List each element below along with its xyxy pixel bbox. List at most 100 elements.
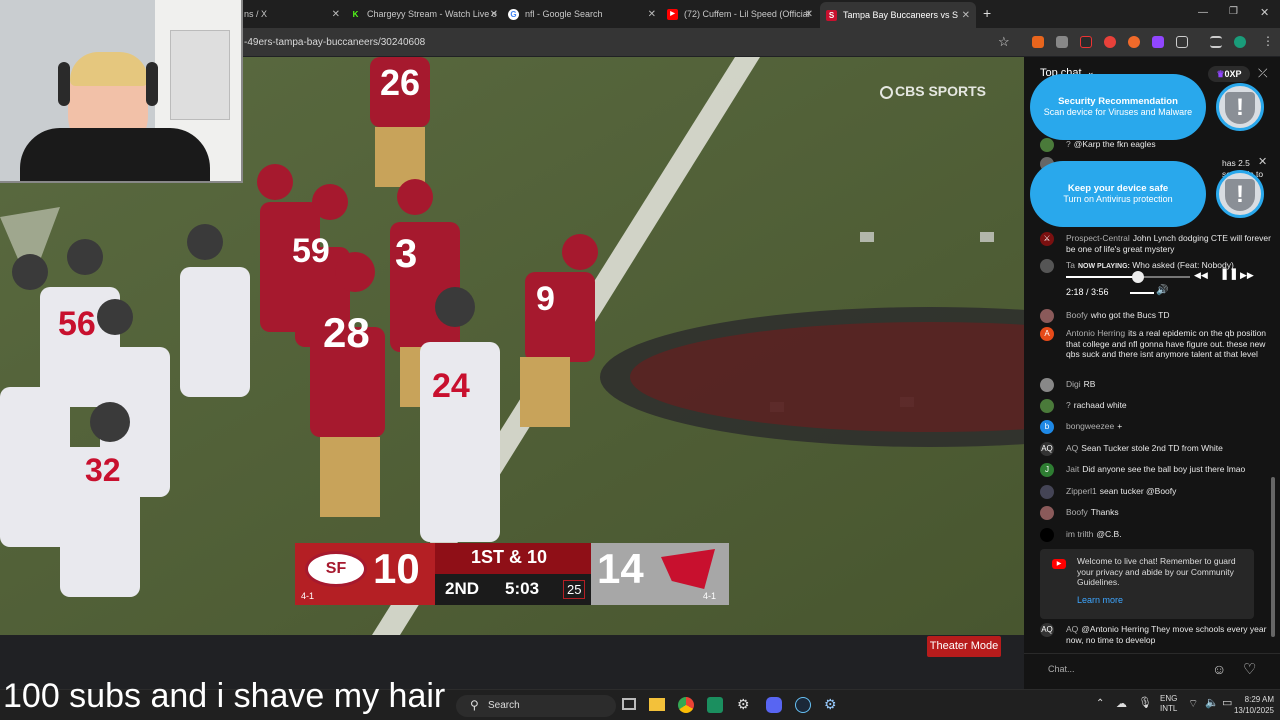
language-indicator[interactable]: ENG INTL [1160,694,1177,714]
new-tab-button[interactable]: + [983,5,991,21]
search-label: Search [488,700,520,711]
xp-badge[interactable]: ♛0XP [1208,66,1250,82]
extension-icon[interactable] [1032,36,1044,48]
chat-message: Boofy Thanks [1040,506,1272,520]
close-icon[interactable]: ✕ [805,9,813,20]
taskbar-search[interactable]: ⚲ Search [456,695,616,717]
keyboard-label: INTL [1160,704,1178,713]
theater-mode-button[interactable]: Theater Mode [927,636,1001,657]
song-progress-track[interactable] [1066,276,1190,278]
notice-text: Welcome to live chat! Remember to guard … [1077,556,1236,587]
kick-icon: K [350,8,361,20]
extension-icon[interactable] [1080,36,1092,48]
tab-buccaneers[interactable]: S Tampa Bay Buccaneers vs S ✕ [820,2,976,28]
chat-text: Sean Tucker stole 2nd TD from White [1081,443,1223,453]
tab-label: Chargeyy Stream - Watch Live o [367,9,497,19]
jersey-number: 59 [292,232,330,270]
menu-icon[interactable]: ⋮ [1262,34,1274,48]
search-icon: ⚲ [470,698,479,712]
close-icon[interactable]: ✕ [1258,155,1267,168]
bookmark-star-icon[interactable]: ☆ [998,34,1010,50]
tab-label: ns / X [244,9,268,19]
chrome-icon[interactable] [678,697,694,713]
avatar[interactable] [1234,36,1246,48]
clock[interactable]: 8:29 AM 13/10/2025 [1230,694,1274,716]
now-playing-widget: Ta NOW PLAYING: Who asked (Feat: Nobody) … [1040,259,1272,297]
gear-app-icon[interactable]: ⚙ [824,696,837,713]
discord-icon[interactable] [766,697,782,713]
jersey-number: 3 [395,232,418,276]
close-icon[interactable]: ⤫ [1258,66,1268,81]
task-view-icon[interactable] [622,698,636,710]
chat-username: im trilth [1066,529,1094,539]
tab-label: Tampa Bay Buccaneers vs S [843,10,959,20]
chat-scrollbar[interactable] [1271,477,1275,637]
file-explorer-icon[interactable] [649,698,665,711]
chat-message: Digi RB [1040,378,1272,392]
close-icon[interactable]: ✕ [648,9,656,20]
chat-username: Boofy [1066,507,1088,517]
close-icon[interactable]: ✕ [490,9,498,20]
chat-username: ? [1066,139,1071,149]
close-icon[interactable]: ✕ [332,9,340,20]
security-popup[interactable]: Security Recommendation Scan device for … [1030,74,1206,140]
chat-message: b bongweezee + [1040,420,1272,434]
extension-icon[interactable] [1056,36,1068,48]
buccaneers-logo [661,549,715,589]
wifi-icon[interactable]: ⌔ [1188,697,1198,711]
jersey-number: 56 [58,305,96,343]
now-playing-label: NOW PLAYING: [1077,263,1130,270]
chat-text: sean tucker @Boofy [1099,486,1177,496]
volume-icon[interactable]: 🔊 [1156,285,1168,297]
tab-chargeyy[interactable]: K Chargeyy Stream - Watch Live o ✕ [350,4,498,24]
media-icon[interactable] [1210,36,1222,48]
antivirus-popup[interactable]: Keep your device safe Turn on Antivirus … [1030,161,1206,227]
maximize-icon[interactable]: ❐ [1229,6,1238,17]
heart-icon[interactable]: ♡ [1243,660,1256,678]
speaker-icon[interactable]: 🔈 [1205,696,1219,709]
volume-slider[interactable] [1130,292,1154,294]
chat-message: AQ AQ Sean Tucker stole 2nd TD from White [1040,442,1272,456]
close-window-icon[interactable]: ✕ [1260,6,1269,19]
previous-icon[interactable]: ◀◀ [1194,270,1208,281]
song-progress-knob[interactable] [1131,271,1144,283]
chat-text: rachaad white [1073,400,1127,410]
steam-icon[interactable] [795,697,811,713]
jersey-number: 32 [85,452,121,488]
twitch-icon[interactable] [1152,36,1164,48]
chat-message: A Antonio Herring its a real epidemic on t… [1040,327,1272,360]
language-label: ENG [1160,694,1178,703]
chat-username: bongweezee [1066,421,1115,431]
webcam-overlay [0,0,243,183]
xp-value: 0XP [1224,69,1242,79]
pause-icon[interactable]: ❚❚ [1220,269,1238,280]
emoji-icon[interactable]: ☺ [1212,661,1226,677]
learn-more-link[interactable]: Learn more [1077,595,1123,605]
crown-icon: ♛ [1216,69,1225,79]
quarter: 2ND [445,579,480,598]
chat-username: Antonio Herring [1066,328,1126,338]
chat-input[interactable]: Chat... [1048,664,1075,674]
song-time: 2:18 / 3:56 [1066,287,1109,297]
minimize-icon[interactable]: — [1198,7,1208,18]
game-clock: 5:03 [505,579,540,598]
extension-icon[interactable] [1128,36,1140,48]
chevron-up-icon[interactable]: ⌃ [1096,698,1104,709]
tab-google-search[interactable]: G nfl - Google Search ✕ [508,4,656,24]
puzzle-icon[interactable] [1176,36,1188,48]
close-icon[interactable]: ✕ [962,10,970,21]
app-icon[interactable] [707,697,723,713]
microphone-icon[interactable]: 🎙 [1138,696,1152,709]
clock-time: 8:29 AM [1244,695,1274,704]
google-icon: G [508,8,519,20]
cloud-icon[interactable]: ☁ [1116,697,1127,710]
chat-text: + [1117,421,1123,431]
settings-gear-icon[interactable]: ⚙ [737,696,750,713]
tab-youtube[interactable]: ▶ (72) Cuffem - Lil Speed (Official ✕ [667,4,813,24]
extension-icon[interactable] [1104,36,1116,48]
url-field[interactable]: -49ers-tampa-bay-buccaneers/30240608 [244,37,425,48]
next-icon[interactable]: ▶▶ [1240,270,1254,281]
popup-title: Security Recommendation [1058,96,1178,107]
popup-text: Scan device for Viruses and Malware [1043,107,1193,117]
tab-x[interactable]: ns / X ✕ [244,4,340,24]
